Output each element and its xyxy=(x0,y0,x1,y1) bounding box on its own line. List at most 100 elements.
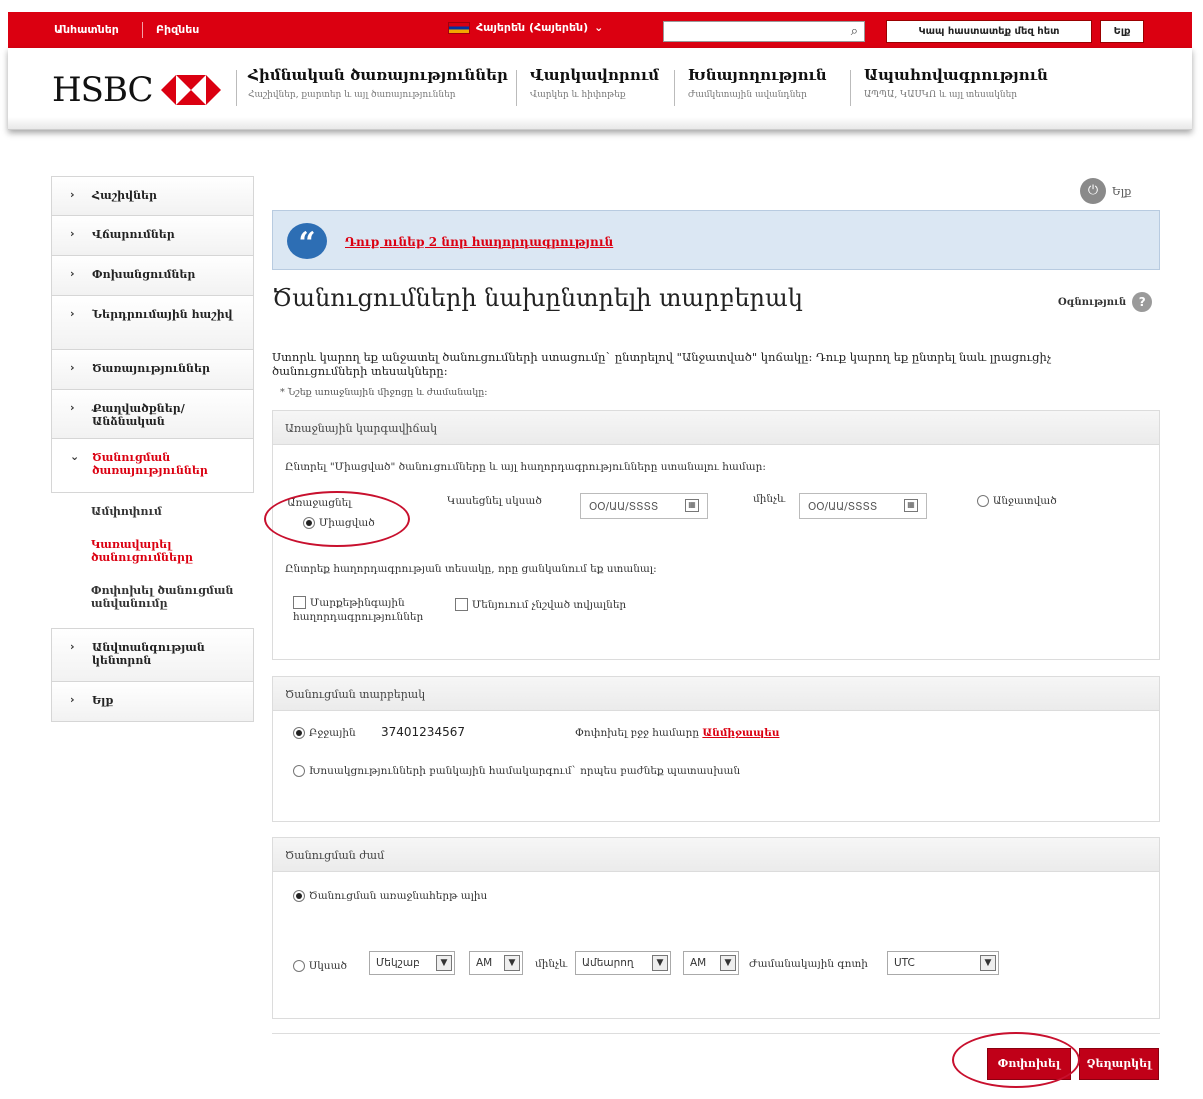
highlight-ring xyxy=(952,1032,1080,1088)
phone-number: 37401234567 xyxy=(381,725,465,739)
marketing-checkbox[interactable] xyxy=(293,596,306,609)
chevron-right-icon: › xyxy=(70,267,75,280)
sidebar-item-label: Փոխանցումներ xyxy=(92,268,196,281)
search-icon[interactable]: ⌕ xyxy=(851,24,858,39)
change-number-text: Փոփոխել բջջ համարը xyxy=(575,727,700,739)
nav-main-label: Հիմնական ծառայություններ xyxy=(248,66,508,84)
nav-lending[interactable]: Վարկավորում Վարկեր և հիփոթեք xyxy=(530,66,659,100)
online-banking-option[interactable]: Խոսակցությունների բանկային համակարգում` … xyxy=(293,763,740,777)
quote-bubble-icon: “ xyxy=(287,223,327,261)
nav-sub-label: Հաշիվներ, քարտեր և այլ ծառայություններ xyxy=(248,90,456,100)
hexagon-icon xyxy=(160,75,221,105)
chevron-right-icon: › xyxy=(70,640,75,653)
nav-sub-label: Վարկեր և հիփոթեք xyxy=(530,90,626,100)
chevron-right-icon: › xyxy=(70,188,75,201)
marketing-label: Մարքեթինգային հաղորդագրություններ xyxy=(293,597,424,623)
help-label: Օգնություն xyxy=(1058,296,1127,308)
anytime-option[interactable]: Ծանուցման առաջնահերթ ալիս xyxy=(293,888,487,902)
from-label: Սկսած xyxy=(308,960,347,972)
nav-core-services[interactable]: Հիմնական ծառայություններ Հաշիվներ, քարտե… xyxy=(248,66,508,100)
sidebar-subitem-summary[interactable]: Ամփոփում xyxy=(51,493,254,526)
sidebar-submenu: Ամփոփում Կառավարել ծանուցումները Փոփոխել… xyxy=(51,493,254,628)
armenia-flag-icon xyxy=(448,21,470,34)
logo-text: HSBC xyxy=(52,70,154,110)
from-ampm-value: AM xyxy=(476,957,493,969)
sidebar-item-investment[interactable]: › Ներդրումային հաշիվ xyxy=(51,296,254,350)
nav-sub-label: Ժամկետային ավանդներ xyxy=(688,90,807,100)
language-selector[interactable]: Հայերեն (Հայերեն) ⌄ xyxy=(448,21,603,34)
intro-text: Ստորև կարող եք անջատել ծանուցումների ստա… xyxy=(272,350,1052,378)
type-instruction: Ընտրեք հաղորդագրության տեսակը, որը ցանկա… xyxy=(285,563,657,575)
top-divider xyxy=(142,22,143,38)
required-note: * Նշեք առաջնային միջոցը և ժամանակը: xyxy=(280,387,488,398)
start-date-input[interactable]: ՕՕ/ԱԱ/ՏՏՏՏ ▦ xyxy=(580,493,708,519)
to-ampm-value: AM xyxy=(690,957,707,969)
top-bar: Անհատներ Բիզնես Հայերեն (Հայերեն) ⌄ ⌕ Կա… xyxy=(8,12,1192,48)
help-link[interactable]: Օգնություն ? xyxy=(1058,292,1153,312)
sidebar-item-label: Քաղվածքներ/Անձնական xyxy=(92,402,185,428)
mobile-option[interactable]: Բջջային xyxy=(293,725,356,739)
sidebar-subitem-manage-alerts[interactable]: Կառավարել ծանուցումները xyxy=(51,526,254,572)
search-input[interactable]: ⌕ xyxy=(663,21,865,42)
cancel-button[interactable]: Չեղարկել xyxy=(1079,1048,1159,1080)
to-ampm-select[interactable]: AM ▼ xyxy=(683,951,739,975)
change-number-link[interactable]: Անմիջապես xyxy=(702,727,779,739)
sidebar-item-notifications[interactable]: ⌄ Ծանուցման ծառայություններ xyxy=(51,439,254,493)
lock-icon: ⏻ xyxy=(1080,178,1106,204)
calendar-icon[interactable]: ▦ xyxy=(904,499,918,512)
chevron-down-icon: ▼ xyxy=(652,955,668,971)
from-ampm-select[interactable]: AM ▼ xyxy=(469,951,523,975)
sidebar-item-statements[interactable]: › Քաղվածքներ/Անձնական xyxy=(51,390,254,439)
new-messages-link[interactable]: Դուք ունեք 2 նոր հաղորդագրություն xyxy=(345,235,613,249)
mobile-radio[interactable] xyxy=(293,726,305,739)
from-day-value: Մեկշաբ xyxy=(376,957,420,969)
nav-divider xyxy=(236,70,237,106)
logout-top-button[interactable]: Ելք xyxy=(1100,20,1144,43)
business-link[interactable]: Բիզնես xyxy=(156,23,199,36)
off-label: Անջատված xyxy=(992,495,1057,507)
hsbc-logo[interactable]: HSBC xyxy=(52,70,221,110)
to-day-select[interactable]: Ամեարող ▼ xyxy=(575,951,671,975)
chevron-right-icon: › xyxy=(70,401,75,414)
sidebar-item-label: Ծառայություններ xyxy=(92,362,210,375)
sidebar-subitem-rename-alert[interactable]: Փոփոխել ծանուցման անվանումը xyxy=(51,572,254,618)
personal-link[interactable]: Անհատներ xyxy=(54,23,119,36)
from-day-select[interactable]: Մեկշաբ ▼ xyxy=(369,951,455,975)
other-label: Մենյուում չնշված տվյալներ xyxy=(471,599,627,611)
anytime-radio[interactable] xyxy=(293,889,305,902)
sidebar-item-payments[interactable]: › Վճարումներ xyxy=(51,216,254,256)
nav-divider xyxy=(674,70,675,106)
from-radio[interactable] xyxy=(293,959,305,972)
sidebar-item-transfers[interactable]: › Փոխանցումներ xyxy=(51,256,254,296)
other-checkbox-option[interactable]: Մենյուում չնշված տվյալներ xyxy=(455,597,626,611)
panel-header: Ծանուցման տարբերակ xyxy=(273,677,1159,711)
marketing-checkbox-option[interactable]: Մարքեթինգային հաղորդագրություններ xyxy=(293,595,453,623)
from-option[interactable]: Սկսած xyxy=(293,958,347,972)
change-number-label: Փոփոխել բջջ համարը Անմիջապես xyxy=(575,727,779,739)
logout-link[interactable]: ⏻ Ելք xyxy=(1080,178,1131,204)
other-checkbox[interactable] xyxy=(455,598,468,611)
nav-main-label: Խնայողություն xyxy=(688,66,827,84)
chevron-right-icon: › xyxy=(70,361,75,374)
timezone-select[interactable]: UTC ▼ xyxy=(887,951,999,975)
online-banking-radio[interactable] xyxy=(293,764,305,777)
end-date-input[interactable]: ՕՕ/ԱԱ/ՏՏՏՏ ▦ xyxy=(799,493,927,519)
calendar-icon[interactable]: ▦ xyxy=(685,499,699,512)
nav-sub-label: ԱՊՊԱ, ԿԱՍԿՈ և այլ տեսակներ xyxy=(864,90,1018,100)
anytime-label: Ծանուցման առաջնահերթ ալիս xyxy=(308,890,488,902)
page-title: Ծանուցումների նախընտրելի տարբերակ xyxy=(272,284,803,312)
to-label: մինչև xyxy=(535,958,568,970)
nav-insurance[interactable]: Ապահովագրություն ԱՊՊԱ, ԿԱՍԿՈ և այլ տեսակ… xyxy=(864,66,1048,100)
sidebar-item-security[interactable]: › Անվտանգության կենտրոն xyxy=(51,628,254,682)
off-option[interactable]: Անջատված xyxy=(977,493,1057,507)
sidebar-item-services[interactable]: › Ծառայություններ xyxy=(51,350,254,390)
off-radio[interactable] xyxy=(977,494,989,507)
sidebar-item-label: Ներդրումային հաշիվ xyxy=(92,308,233,321)
nav-savings[interactable]: Խնայողություն Ժամկետային ավանդներ xyxy=(688,66,827,100)
chevron-right-icon: › xyxy=(70,307,75,320)
sidebar-item-accounts[interactable]: › Հաշիվներ xyxy=(51,176,254,216)
sidebar-item-logout[interactable]: › Ելք xyxy=(51,682,254,722)
contact-us-button[interactable]: Կապ հաստատեք մեզ հետ xyxy=(886,20,1092,43)
message-banner: “ Դուք ունեք 2 նոր հաղորդագրություն xyxy=(272,210,1160,270)
until-label: մինչև xyxy=(753,493,786,505)
